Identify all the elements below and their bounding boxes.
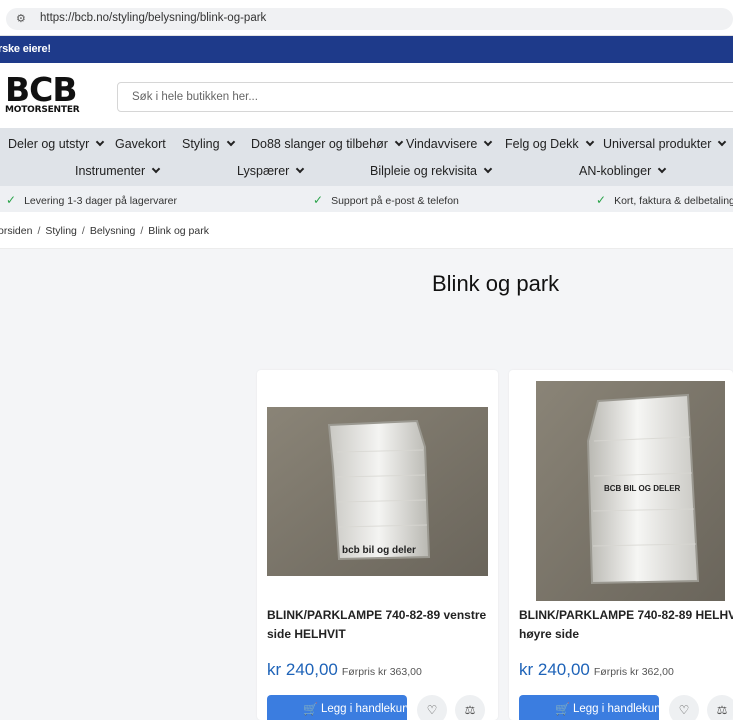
chevron-down-icon	[484, 137, 493, 147]
main-navigation: Deler og utstyr Gavekort Styling Do88 sl…	[0, 128, 733, 186]
usp-item: ✓ Levering 1-3 dager på lagervarer	[6, 193, 177, 207]
image-watermark: BCB BIL OG DELER	[604, 484, 681, 493]
logo-wordmark: BCB	[5, 70, 78, 109]
browser-address-bar: ⚙ https://bcb.no/styling/belysning/blink…	[0, 0, 733, 36]
heart-icon: ♡	[678, 703, 690, 717]
nav-item-deler-og-utstyr[interactable]: Deler og utstyr	[8, 137, 105, 151]
nav-item-gavekort[interactable]: Gavekort	[115, 137, 166, 151]
add-to-cart-button[interactable]: 🛒 Legg i handlekurv	[267, 695, 412, 720]
usp-strip: ✓ Levering 1-3 dager på lagervarer ✓ Suppo…	[0, 186, 733, 212]
nav-item-bilpleie[interactable]: Bilpleie og rekvisita	[370, 164, 493, 178]
scale-icon: ⚖	[716, 703, 728, 717]
page-title: Blink og park	[432, 271, 560, 296]
top-banner: rske eiere!	[0, 36, 733, 63]
breadcrumb: orsiden / Styling / Belysning / Blink og park	[0, 225, 209, 237]
usp-item: ✓ Support på e-post & telefon	[313, 193, 459, 207]
chevron-down-icon	[151, 164, 161, 174]
heart-icon: ♡	[426, 703, 438, 717]
nav-item-felg-og-dekk[interactable]: Felg og Dekk	[505, 137, 594, 151]
cart-icon: 🛒	[555, 702, 570, 716]
chevron-down-icon	[296, 164, 305, 174]
price-amount: kr 240,00	[267, 660, 338, 679]
cart-icon: 🛒	[303, 702, 318, 716]
product-price: kr 240,00 Førpris kr 363,00	[267, 660, 422, 680]
banner-text: rske eiere!	[0, 43, 51, 55]
logo-subtitle: MOTORSENTER	[5, 105, 80, 115]
site-logo[interactable]: BCB MOTORSENTER	[5, 71, 87, 117]
nav-item-universal-produkter[interactable]: Universal produkter	[603, 137, 727, 151]
checkmark-icon: ✓	[6, 193, 17, 207]
wishlist-button[interactable]: ♡	[417, 695, 447, 720]
product-name[interactable]: BLINK/PARKLAMPE 740-82-89 HELHVIT høyre …	[519, 606, 733, 644]
chevron-down-icon	[718, 137, 727, 147]
chevron-down-icon	[658, 164, 667, 174]
add-to-cart-button[interactable]: 🛒 Legg i handlekurv	[519, 695, 664, 720]
price-amount: kr 240,00	[519, 660, 590, 679]
breadcrumb-current: Blink og park	[148, 225, 209, 237]
scale-icon: ⚖	[464, 703, 476, 717]
usp-item: ✓ Kort, faktura & delbetaling	[596, 193, 733, 207]
search-placeholder: Søk i hele butikken her...	[132, 91, 258, 103]
chevron-down-icon	[96, 137, 105, 147]
search-input[interactable]: Søk i hele butikken her...	[117, 82, 733, 112]
product-price: kr 240,00 Førpris kr 362,00	[519, 660, 674, 680]
chevron-down-icon	[394, 137, 404, 147]
compare-button[interactable]: ⚖	[455, 695, 485, 720]
nav-item-an-koblinger[interactable]: AN-koblinger	[579, 164, 667, 178]
chevron-down-icon	[585, 137, 594, 147]
nav-item-vindavvisere[interactable]: Vindavvisere	[406, 137, 493, 151]
product-card[interactable]: bcb bil og deler BLINK/PARKLAMPE 740-82-…	[257, 370, 498, 720]
breadcrumb-home[interactable]: orsiden	[0, 225, 32, 237]
url-field[interactable]: ⚙ https://bcb.no/styling/belysning/blink…	[6, 8, 733, 30]
nav-item-styling[interactable]: Styling	[182, 137, 235, 151]
chevron-down-icon	[483, 164, 493, 174]
nav-item-do88[interactable]: Do88 slanger og tilbehør	[251, 137, 404, 151]
checkmark-icon: ✓	[596, 193, 607, 207]
price-original: Førpris kr 362,00	[593, 666, 674, 678]
url-text[interactable]: https://bcb.no/styling/belysning/blink-o…	[40, 12, 266, 24]
breadcrumb-belysning[interactable]: Belysning	[90, 225, 136, 237]
tune-icon[interactable]: ⚙	[16, 12, 26, 25]
nav-item-lyspaerer[interactable]: Lyspærer	[237, 164, 305, 178]
product-image[interactable]: bcb bil og deler	[267, 407, 488, 576]
image-watermark: bcb bil og deler	[342, 545, 416, 556]
product-image[interactable]: BCB BIL OG DELER	[536, 381, 725, 601]
nav-item-instrumenter[interactable]: Instrumenter	[75, 164, 161, 178]
checkmark-icon: ✓	[313, 193, 324, 207]
price-original: Førpris kr 363,00	[341, 666, 422, 678]
chevron-down-icon	[226, 137, 235, 147]
product-name[interactable]: BLINK/PARKLAMPE 740-82-89 venstre side H…	[267, 606, 492, 644]
compare-button[interactable]: ⚖	[707, 695, 733, 720]
product-card[interactable]: BCB BIL OG DELER BLINK/PARKLAMPE 740-82-…	[509, 370, 733, 720]
wishlist-button[interactable]: ♡	[669, 695, 699, 720]
breadcrumb-styling[interactable]: Styling	[45, 225, 77, 237]
